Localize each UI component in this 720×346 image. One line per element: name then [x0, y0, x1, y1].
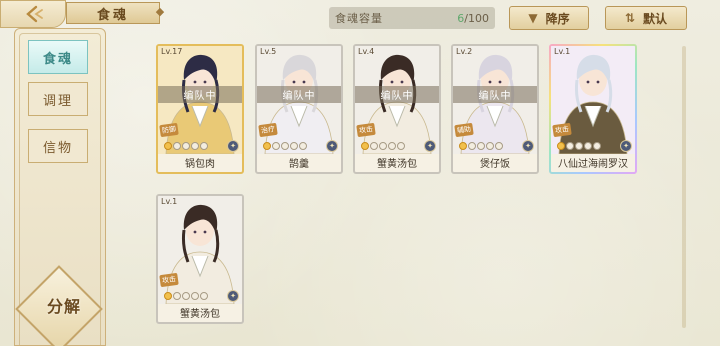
role-badge: 攻击 [552, 122, 572, 138]
rank-dots [459, 142, 503, 152]
role-badge: 攻击 [159, 272, 179, 288]
page-title: 食魂 [66, 2, 160, 24]
decompose-button[interactable]: 分解 [34, 291, 94, 319]
back-arrow-icon [26, 5, 43, 23]
in-team-badge: 编队中 [355, 86, 439, 103]
sort-default-button[interactable]: ⇅ 默认 [605, 6, 687, 30]
character-portrait [551, 46, 635, 154]
rank-dot [164, 142, 172, 150]
card-name: 锅包肉 [185, 158, 215, 170]
rank-dot [361, 142, 369, 150]
card-name: 蟹黄汤包 [180, 308, 220, 320]
rank-dot [173, 142, 181, 150]
rank-dot [468, 142, 476, 150]
rank-dot [557, 142, 565, 150]
card-level: Lv.17 [161, 47, 183, 56]
role-badge: 防御 [159, 122, 179, 138]
rank-dots [164, 292, 208, 302]
rank-dots [557, 142, 601, 152]
rank-dot [477, 142, 485, 150]
rank-dot [164, 292, 172, 300]
role-badge: 攻击 [356, 122, 376, 138]
food-soul-card[interactable]: Lv.17 编队中 防御 ✦ 锅包肉 [156, 44, 244, 174]
back-button[interactable] [0, 0, 66, 28]
card-name: 煲仔饭 [480, 158, 510, 170]
capacity-display: 食魂容量 6/100 [329, 7, 495, 29]
food-soul-card[interactable]: Lv.2 编队中 辅助 ✦ 煲仔饭 [451, 44, 539, 174]
rank-dot [299, 142, 307, 150]
rank-dot [397, 142, 405, 150]
food-type-icon: ✦ [620, 140, 632, 152]
card-level: Lv.1 [554, 47, 571, 56]
food-soul-card[interactable]: Lv.4 编队中 攻击 ✦ 蟹黄汤包 [353, 44, 441, 174]
food-soul-card[interactable]: Lv.5 编队中 治疗 ✦ 鹄羹 [255, 44, 343, 174]
rank-dot [182, 292, 190, 300]
rank-dot [379, 142, 387, 150]
rank-dot [191, 292, 199, 300]
rank-dot [593, 142, 601, 150]
sidebar-item-label: 调理 [42, 93, 73, 109]
rank-dot [566, 142, 574, 150]
food-soul-card[interactable]: Lv.1 攻击 ✦ 八仙过海闹罗汉 [549, 44, 637, 174]
sidebar-item-label: 食魂 [42, 51, 73, 67]
card-level: Lv.4 [358, 47, 375, 56]
in-team-badge: 编队中 [257, 86, 341, 103]
food-type-icon: ✦ [326, 140, 338, 152]
capacity-value: 6/100 [457, 12, 489, 25]
sidebar-item-food-soul[interactable]: 食魂 [28, 40, 88, 74]
sort-desc-button[interactable]: ▼ 降序 [509, 6, 589, 30]
card-name: 八仙过海闹罗汉 [558, 158, 628, 170]
rank-dot [575, 142, 583, 150]
rank-dots [164, 142, 208, 152]
rank-dot [191, 142, 199, 150]
sidebar-item-token[interactable]: 信物 [28, 129, 88, 163]
rank-dot [370, 142, 378, 150]
sort-desc-label: 降序 [545, 11, 570, 26]
card-level: Lv.2 [456, 47, 473, 56]
sort-desc-icon: ▼ [528, 11, 538, 25]
rank-dot [486, 142, 494, 150]
card-level: Lv.1 [161, 197, 178, 206]
role-badge: 辅助 [454, 122, 474, 138]
ornament-icon: ◆ [155, 5, 165, 18]
rank-dot [200, 142, 208, 150]
card-level: Lv.5 [260, 47, 277, 56]
card-name: 鹄羹 [289, 158, 309, 170]
rank-dots [263, 142, 307, 152]
food-soul-card[interactable]: Lv.1 攻击 ✦ 蟹黄汤包 [156, 194, 244, 324]
rank-dot [200, 292, 208, 300]
food-type-icon: ✦ [227, 140, 239, 152]
scrollbar[interactable] [682, 46, 686, 328]
food-type-icon: ✦ [424, 140, 436, 152]
rank-dot [388, 142, 396, 150]
in-team-badge: 编队中 [158, 86, 242, 103]
sort-default-icon: ⇅ [624, 11, 636, 25]
rank-dots [361, 142, 405, 152]
rank-dot [173, 292, 181, 300]
rank-dot [182, 142, 190, 150]
rank-dot [459, 142, 467, 150]
rank-dot [495, 142, 503, 150]
capacity-max: /100 [464, 11, 489, 25]
rank-dot [290, 142, 298, 150]
role-badge: 治疗 [258, 122, 278, 138]
in-team-badge: 编队中 [453, 86, 537, 103]
food-type-icon: ✦ [227, 290, 239, 302]
top-bar: 食魂 ◆ 食魂容量 6/100 ▼ 降序 ⇅ 默认 [0, 0, 720, 34]
rank-dot [584, 142, 592, 150]
sort-default-label: 默认 [643, 11, 668, 26]
character-portrait [158, 196, 242, 304]
rank-dot [281, 142, 289, 150]
sidebar-item-cooking[interactable]: 调理 [28, 82, 88, 116]
food-type-icon: ✦ [522, 140, 534, 152]
rank-dot [263, 142, 271, 150]
card-name: 蟹黄汤包 [377, 158, 417, 170]
rank-dot [272, 142, 280, 150]
capacity-label: 食魂容量 [335, 12, 383, 25]
sidebar-item-label: 信物 [42, 140, 73, 156]
